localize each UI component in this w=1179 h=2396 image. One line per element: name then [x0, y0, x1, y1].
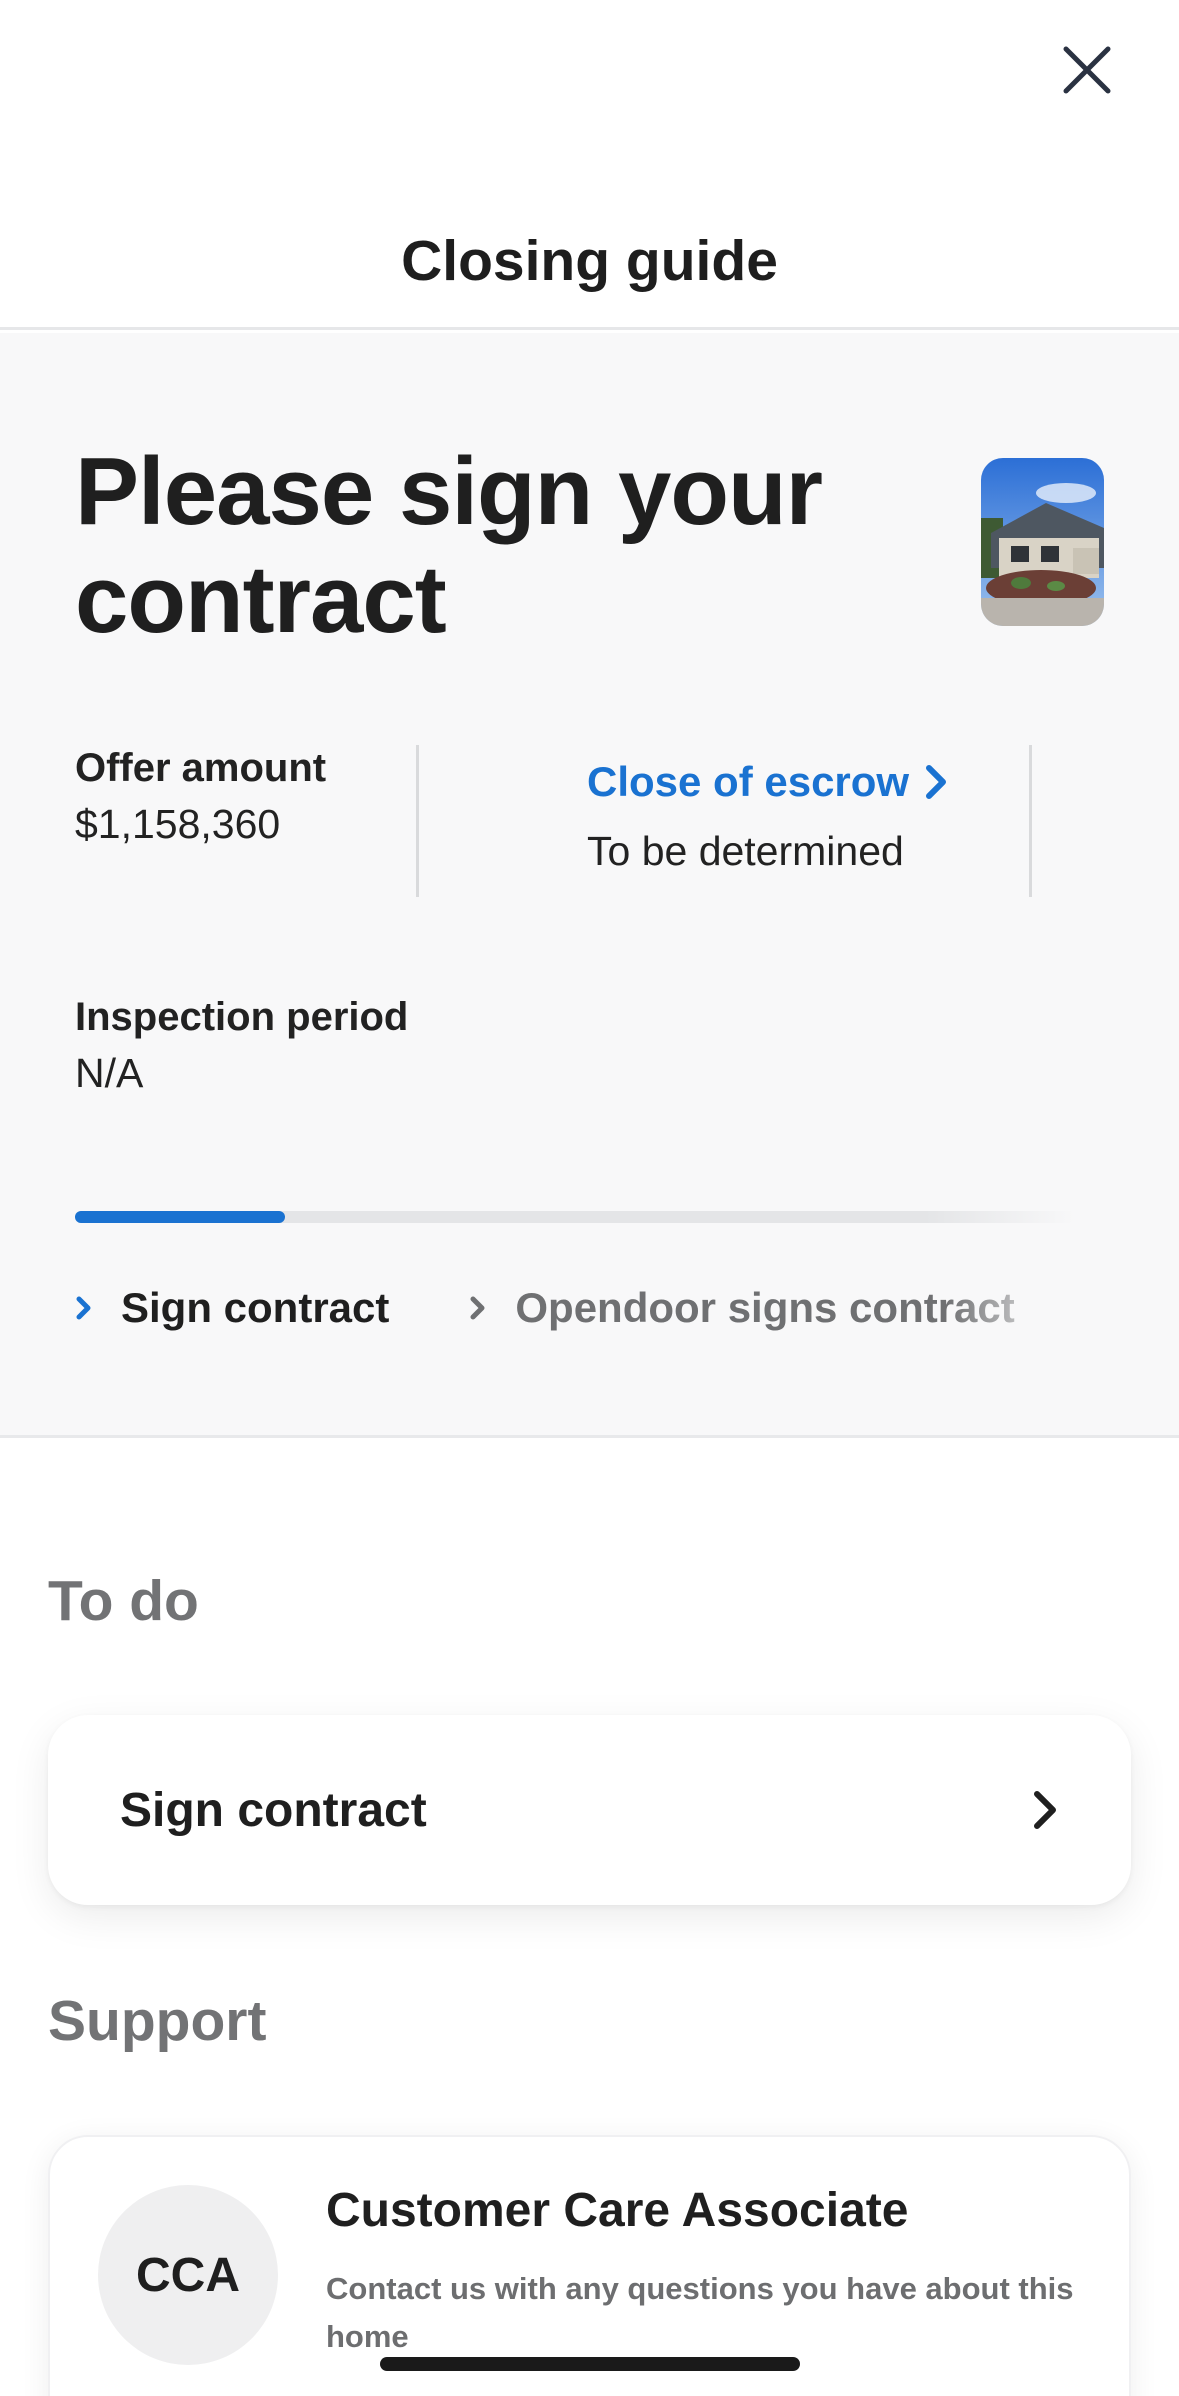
chevron-right-icon	[470, 1296, 485, 1320]
house-photo-image	[981, 458, 1104, 626]
offer-amount-stat: Offer amount $1,158,360	[75, 746, 326, 848]
step-label: Sign contract	[121, 1284, 390, 1331]
step-sign-contract[interactable]: Sign contract	[75, 1284, 389, 1332]
chevron-right-icon	[926, 765, 947, 799]
offer-amount-value: $1,158,360	[75, 801, 281, 847]
close-of-escrow-link[interactable]: Close of escrow	[587, 758, 947, 806]
support-title: Customer Care Associate	[326, 2184, 909, 2237]
progress-bar	[75, 1211, 1075, 1223]
todo-item-sign-contract[interactable]: Sign contract	[48, 1715, 1131, 1905]
support-description: Contact us with any questions you have a…	[326, 2271, 1074, 2354]
todo-item-label: Sign contract	[120, 1783, 427, 1837]
step-label: Opendoor signs contract	[515, 1284, 1015, 1331]
offer-amount-label: Offer amount	[75, 746, 327, 790]
close-of-escrow-stat: Close of escrow To be determined	[587, 758, 947, 875]
inspection-period-value: N/A	[75, 1050, 144, 1096]
close-button[interactable]	[1057, 40, 1117, 100]
divider	[416, 745, 419, 897]
status-heading: Please sign your contract	[75, 438, 823, 653]
avatar: CCA	[98, 2185, 278, 2365]
step-opendoor-signs-contract[interactable]: Opendoor signs contract	[469, 1284, 1015, 1332]
header-bar: Closing guide	[0, 0, 1179, 330]
status-hero: Please sign your contract Offer amount $…	[0, 333, 1179, 1438]
close-of-escrow-label: Close of escrow	[587, 758, 910, 805]
divider	[1029, 745, 1032, 897]
page-title: Closing guide	[401, 229, 778, 293]
close-of-escrow-value: To be determined	[587, 828, 904, 874]
home-thumbnail[interactable]	[981, 458, 1104, 626]
inspection-period-label: Inspection period	[75, 995, 409, 1039]
home-indicator[interactable]	[380, 2357, 800, 2371]
step-list: Sign contract Opendoor signs contract	[75, 1278, 1075, 1338]
inspection-period-stat: Inspection period N/A	[75, 995, 408, 1097]
chevron-right-icon	[1034, 1791, 1056, 1829]
support-heading: Support	[48, 1989, 267, 2053]
chevron-right-icon	[76, 1296, 91, 1320]
close-icon	[1063, 46, 1111, 94]
progress-bar-fill	[75, 1211, 285, 1223]
todo-heading: To do	[48, 1569, 199, 1633]
